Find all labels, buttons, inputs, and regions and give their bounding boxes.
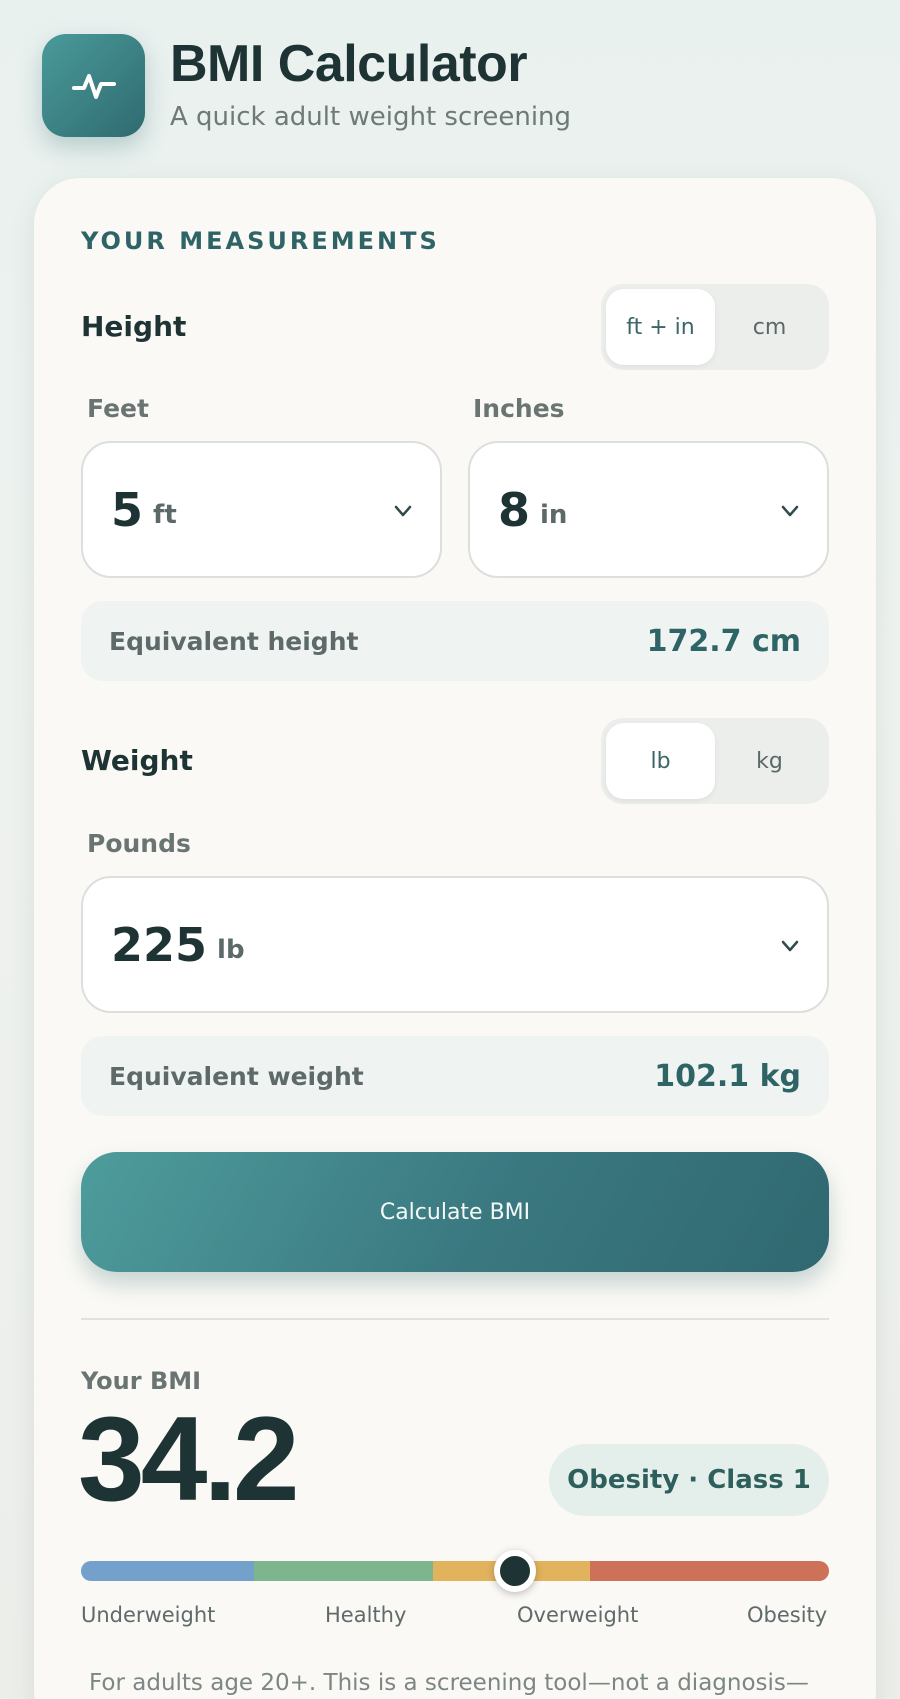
inches-unit: in	[540, 499, 568, 530]
feet-label: Feet	[87, 394, 149, 423]
weight-unit-kg[interactable]: kg	[715, 723, 824, 799]
pounds-select[interactable]: 225 lb	[81, 876, 829, 1013]
calculate-bmi-button[interactable]: Calculate BMI	[81, 1152, 829, 1272]
app-subtitle: A quick adult weight screening	[170, 102, 572, 132]
scale-label-overweight: Overweight	[517, 1603, 639, 1627]
chevron-down-icon	[394, 505, 412, 517]
weight-title: Weight	[81, 744, 193, 777]
bmi-scale	[81, 1561, 829, 1581]
divider	[81, 1318, 829, 1320]
pounds-label: Pounds	[87, 829, 191, 858]
inches-value: 8	[498, 482, 531, 537]
bmi-category-badge: Obesity · Class 1	[549, 1444, 829, 1516]
scale-label-obesity: Obesity	[747, 1603, 828, 1627]
scale-label-healthy: Healthy	[325, 1603, 407, 1627]
bmi-label: Your BMI	[81, 1367, 202, 1395]
scale-label-underweight: Underweight	[81, 1603, 216, 1627]
height-unit-cm[interactable]: cm	[715, 289, 824, 365]
equivalent-height-label: Equivalent height	[109, 626, 359, 656]
pounds-value: 225	[111, 917, 208, 972]
feet-unit: ft	[153, 499, 177, 530]
feet-value: 5	[111, 482, 144, 537]
height-unit-toggle: ft + in cm	[601, 284, 829, 370]
height-title: Height	[81, 310, 187, 343]
scale-segment-underweight	[81, 1561, 254, 1581]
weight-unit-toggle: lb kg	[601, 718, 829, 804]
pulse-icon	[42, 34, 145, 137]
footnote: For adults age 20+. This is a screening …	[89, 1670, 809, 1696]
scale-segment-healthy	[254, 1561, 433, 1581]
equivalent-weight-value: 102.1 kg	[654, 1058, 801, 1094]
chevron-down-icon	[781, 940, 799, 952]
bmi-value: 34.2	[78, 1392, 300, 1526]
inches-label: Inches	[473, 394, 565, 423]
section-label: YOUR MEASUREMENTS	[81, 227, 440, 255]
bmi-marker	[493, 1550, 536, 1592]
equivalent-height: Equivalent height 172.7 cm	[81, 601, 829, 681]
height-unit-ft-in[interactable]: ft + in	[606, 289, 715, 365]
app-header: BMI Calculator A quick adult weight scre…	[42, 34, 862, 144]
weight-unit-lb[interactable]: lb	[606, 723, 715, 799]
scale-segment-obesity	[590, 1561, 829, 1581]
equivalent-weight: Equivalent weight 102.1 kg	[81, 1036, 829, 1116]
chevron-down-icon	[781, 505, 799, 517]
inches-select[interactable]: 8 in	[468, 441, 829, 578]
pounds-unit: lb	[217, 934, 245, 965]
app-title: BMI Calculator	[170, 35, 528, 93]
equivalent-height-value: 172.7 cm	[646, 623, 801, 659]
feet-select[interactable]: 5 ft	[81, 441, 442, 578]
equivalent-weight-label: Equivalent weight	[109, 1061, 364, 1091]
